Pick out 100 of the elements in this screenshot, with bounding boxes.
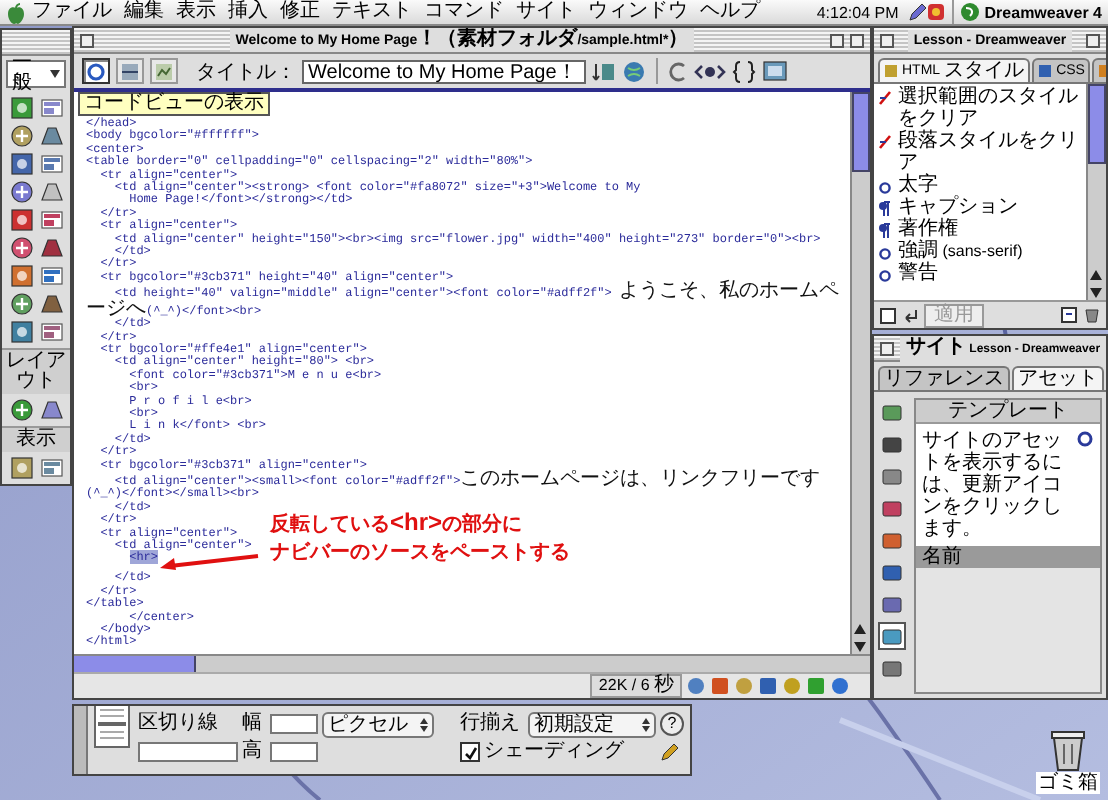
height-label: 高 (242, 742, 264, 762)
menu-item[interactable]: サイト (510, 0, 582, 24)
collapse-box[interactable] (849, 33, 864, 47)
collapse-box[interactable] (1085, 33, 1100, 47)
updown-icon (642, 717, 650, 731)
asset-message: サイトのアセットを表示するには、更新アイコンをクリックします。 (922, 430, 1064, 540)
object-icon[interactable] (9, 292, 33, 316)
style-item[interactable]: 太字 (898, 174, 938, 196)
object-icon[interactable] (9, 264, 33, 288)
menu-item[interactable]: 編集 (118, 0, 170, 24)
pencil-icon[interactable] (906, 2, 927, 22)
title-field[interactable]: Welcome to My Home Page！ (302, 59, 586, 83)
name-field[interactable] (138, 742, 238, 762)
file-transfer-icon[interactable] (592, 59, 616, 83)
pointer-arrow (158, 552, 263, 573)
horizontal-scrollbar[interactable] (74, 654, 870, 672)
unit-dropdown[interactable]: ピクセル (322, 711, 434, 737)
menu-item[interactable]: ウィンドウ (582, 0, 694, 24)
close-box[interactable] (80, 33, 94, 47)
style-item[interactable]: 強調 (sans-serif) (898, 240, 1023, 262)
panel-title-bar (2, 30, 70, 56)
refresh-icon[interactable] (668, 59, 688, 83)
menu-item[interactable]: コマンド (418, 0, 510, 24)
scrollbar-thumb[interactable] (74, 656, 196, 672)
height-field[interactable] (270, 742, 318, 762)
apple-icon[interactable] (6, 1, 26, 23)
align-label: 行揃え (460, 714, 522, 734)
object-icon[interactable] (39, 180, 63, 204)
object-icon[interactable] (39, 292, 63, 316)
download-size: 22K / 6 秒 (590, 674, 682, 698)
object-icon[interactable] (39, 236, 63, 260)
category-dropdown[interactable]: 一般 (6, 60, 66, 88)
vertical-scrollbar[interactable] (850, 92, 870, 654)
object-icon[interactable] (9, 320, 33, 344)
menu-item[interactable]: 修正 (274, 0, 326, 24)
style-item[interactable]: 著作権 (898, 218, 958, 240)
tab-icon (1038, 64, 1053, 78)
tooltip: コードビューの表示 (78, 92, 270, 116)
style-item[interactable]: 選択範囲のスタイルをクリア (898, 86, 1082, 130)
object-icon[interactable] (39, 124, 63, 148)
column-header[interactable]: 名前 (916, 546, 1100, 568)
width-label: 幅 (242, 714, 264, 734)
trash-can-icon[interactable] (1048, 728, 1088, 772)
object-icon[interactable] (9, 236, 33, 260)
section-label: 表示 (2, 426, 70, 452)
shading-checkbox[interactable]: シェーディング (460, 742, 656, 762)
paragraph-icon (878, 200, 892, 216)
view-button[interactable] (116, 58, 144, 84)
app-icon[interactable] (926, 2, 947, 22)
checkbox-icon[interactable] (880, 307, 896, 323)
menu-item[interactable]: ファイル (26, 0, 118, 24)
scrollbar-thumb[interactable] (852, 92, 870, 172)
section-label: レイアウト (2, 348, 70, 394)
object-icon[interactable] (9, 152, 33, 176)
view-options-icon[interactable] (762, 59, 790, 83)
scroll-arrows-icon (1088, 268, 1104, 300)
trash-icon[interactable] (1084, 306, 1100, 324)
asset-category-button[interactable] (878, 622, 906, 650)
panel-grip[interactable] (74, 706, 88, 774)
menu-item[interactable]: 挿入 (222, 0, 274, 24)
horizontal-rule-icon (94, 706, 130, 748)
paragraph-icon (878, 222, 892, 238)
reference-icon[interactable] (694, 59, 726, 83)
align-dropdown[interactable]: 初期設定 (528, 711, 656, 737)
braces-icon[interactable] (732, 59, 756, 83)
annotation-text: 反転している<hr>の部分に (270, 508, 523, 541)
object-icon[interactable] (9, 124, 33, 148)
panel-tab[interactable]: リファレンス (878, 366, 1010, 390)
return-icon[interactable] (902, 307, 918, 323)
object-icon[interactable] (9, 398, 33, 422)
zoom-box[interactable] (829, 33, 844, 47)
close-box[interactable] (880, 341, 894, 355)
element-label: 区切り線 (138, 714, 220, 734)
view-button[interactable] (150, 58, 178, 84)
new-style-icon[interactable] (1060, 306, 1078, 324)
refresh-icon[interactable] (1076, 430, 1094, 448)
width-field[interactable] (270, 714, 318, 734)
object-icon[interactable] (9, 208, 33, 232)
menu-item[interactable]: テキスト (326, 0, 418, 24)
application-menu[interactable]: Dreamweaver 4 (952, 0, 1102, 24)
style-item[interactable]: キャプション (898, 196, 1018, 218)
vertical-scrollbar[interactable] (1086, 84, 1106, 300)
scrollbar-thumb[interactable] (1088, 84, 1106, 164)
caret-icon (50, 70, 60, 78)
object-icon[interactable] (39, 398, 63, 422)
panel-tab[interactable]: アセット (1012, 366, 1104, 390)
object-icon[interactable] (9, 96, 33, 120)
check-icon (463, 745, 477, 759)
edit-icon[interactable] (660, 742, 680, 762)
annotation-text: ナビバーのソースをペーストする (270, 539, 570, 569)
style-item[interactable]: 段落スタイルをクリア (898, 130, 1082, 174)
object-icon[interactable] (9, 180, 33, 204)
menu-item[interactable]: 表示 (170, 0, 222, 24)
close-box[interactable] (880, 33, 894, 47)
asset-heading: テンプレート (916, 400, 1100, 424)
view-button[interactable] (82, 58, 110, 84)
tab-icon (884, 64, 898, 78)
updown-icon (420, 717, 428, 731)
style-item[interactable]: 警告 (898, 262, 938, 284)
help-button[interactable]: ? (660, 712, 684, 736)
